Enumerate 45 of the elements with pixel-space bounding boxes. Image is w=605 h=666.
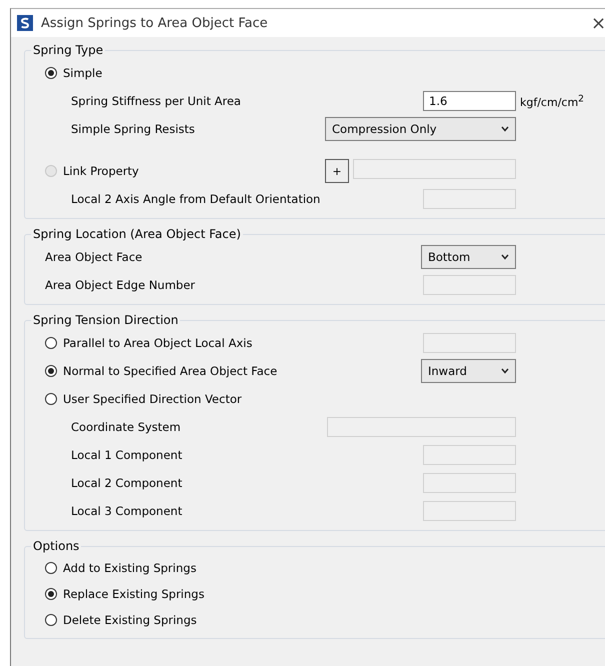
radio-label[interactable]: Add to Existing Springs	[63, 561, 196, 575]
field-label: Local 3 Component	[71, 504, 184, 518]
group-title: Spring Tension Direction	[32, 313, 180, 327]
radio-label[interactable]: Simple	[63, 66, 102, 80]
dropdown[interactable]: Inward	[421, 359, 516, 383]
radio-label[interactable]: Delete Existing Springs	[63, 613, 197, 627]
field-label: Area Object Face	[45, 250, 144, 264]
radio-button[interactable]	[45, 393, 57, 405]
radio-button[interactable]	[45, 337, 57, 349]
radio-button[interactable]	[45, 614, 57, 626]
field-label: Spring Stiffness per Unit Area	[71, 94, 242, 108]
close-button[interactable]: ×	[591, 12, 605, 34]
text-field[interactable]	[423, 333, 516, 353]
field-label: Area Object Edge Number	[45, 278, 196, 292]
radio-label[interactable]: Replace Existing Springs	[63, 587, 204, 601]
group-title: Spring Location (Area Object Face)	[32, 227, 242, 241]
chevron-down-icon	[501, 254, 509, 260]
field-label: Local 2 Axis Angle from Default Orientation	[71, 192, 322, 206]
radio-button[interactable]	[45, 588, 57, 600]
radio-label[interactable]: User Specified Direction Vector	[63, 392, 242, 406]
radio-label[interactable]: Parallel to Area Object Local Axis	[63, 336, 252, 350]
dropdown[interactable]: Compression Only	[325, 117, 516, 141]
text-field[interactable]	[423, 445, 516, 465]
text-field[interactable]	[423, 473, 516, 493]
radio-button[interactable]	[45, 562, 57, 574]
group-title: Options	[32, 539, 80, 553]
chevron-down-icon	[501, 368, 509, 374]
field-label: Local 1 Component	[71, 448, 184, 462]
field-label: Local 2 Component	[71, 476, 184, 490]
text-field[interactable]	[423, 275, 516, 295]
radio-label[interactable]: Normal to Specified Area Object Face	[63, 364, 278, 378]
window-title: Assign Springs to Area Object Face	[41, 16, 269, 30]
app-logo-icon	[17, 15, 33, 31]
group-title: Spring Type	[32, 43, 104, 57]
field-label: Simple Spring Resists	[71, 122, 196, 136]
radio-button[interactable]	[45, 67, 57, 79]
chevron-down-icon	[501, 126, 509, 132]
dropdown[interactable]: Bottom	[421, 245, 516, 269]
text-field[interactable]	[353, 159, 516, 179]
radio-button[interactable]	[45, 365, 57, 377]
text-field[interactable]	[327, 417, 516, 437]
field-label: Coordinate System	[71, 420, 182, 434]
units-label: kgf/cm/cm$^{2}$	[519, 93, 585, 109]
text-field[interactable]: 1.6	[423, 91, 516, 111]
text-field[interactable]	[423, 501, 516, 521]
